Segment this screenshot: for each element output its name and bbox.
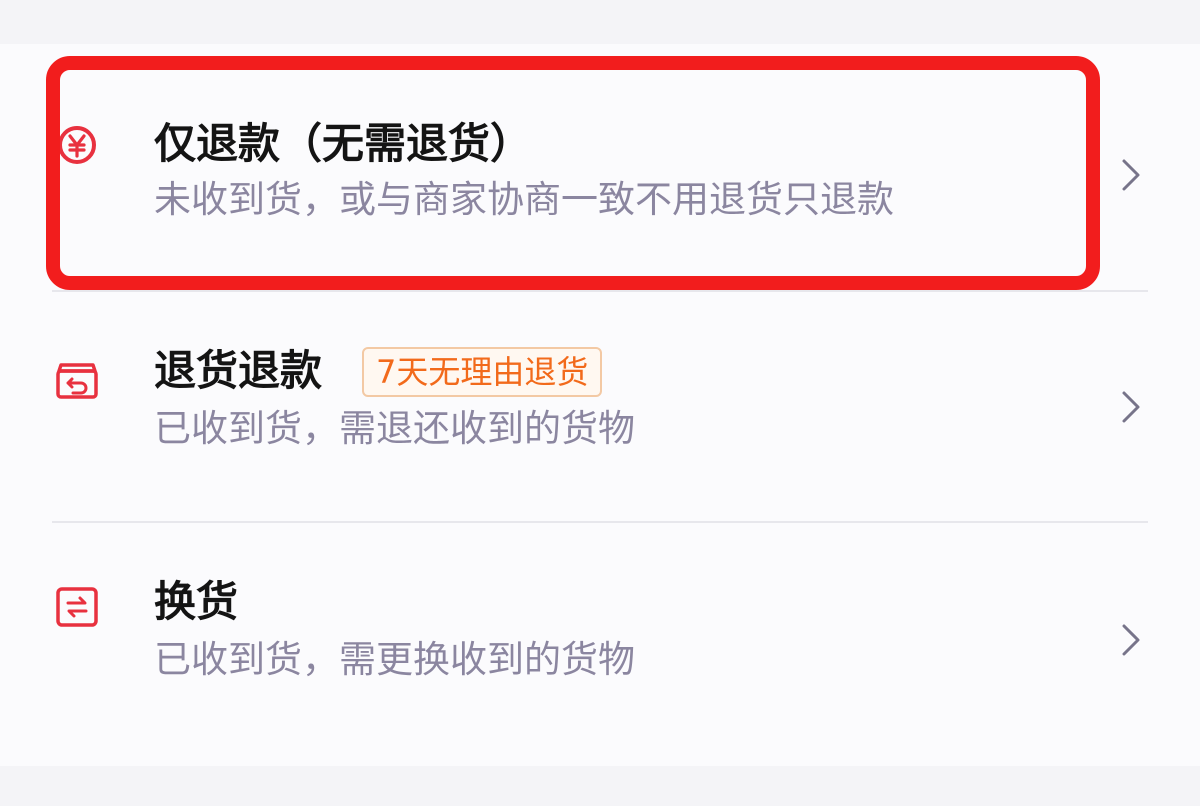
option-description: 已收到货，需更换收到的货物 (154, 638, 635, 681)
option-title: 退货退款 (154, 346, 323, 395)
yuan-coin-icon (58, 126, 96, 164)
return-and-refund-option[interactable]: 退货退款 7天无理由退货 已收到货，需退还收到的货物 (0, 291, 1200, 522)
chevron-right-icon (1122, 624, 1140, 656)
refund-only-option[interactable]: 仅退款（无需退货） 未收到货，或与商家协商一致不用退货只退款 (0, 60, 1200, 291)
exchange-option[interactable]: 换货 已收到货，需更换收到的货物 (0, 522, 1200, 753)
chevron-right-icon (1122, 391, 1140, 423)
no-reason-return-badge: 7天无理由退货 (362, 347, 603, 397)
return-package-icon (56, 363, 98, 399)
option-description: 未收到货，或与商家协商一致不用退货只退款 (154, 178, 894, 221)
chevron-right-icon (1122, 159, 1140, 191)
option-title: 换货 (154, 577, 239, 626)
exchange-icon (56, 587, 98, 627)
option-description: 已收到货，需退还收到的货物 (154, 407, 635, 450)
option-title: 仅退款（无需退货） (154, 119, 533, 168)
